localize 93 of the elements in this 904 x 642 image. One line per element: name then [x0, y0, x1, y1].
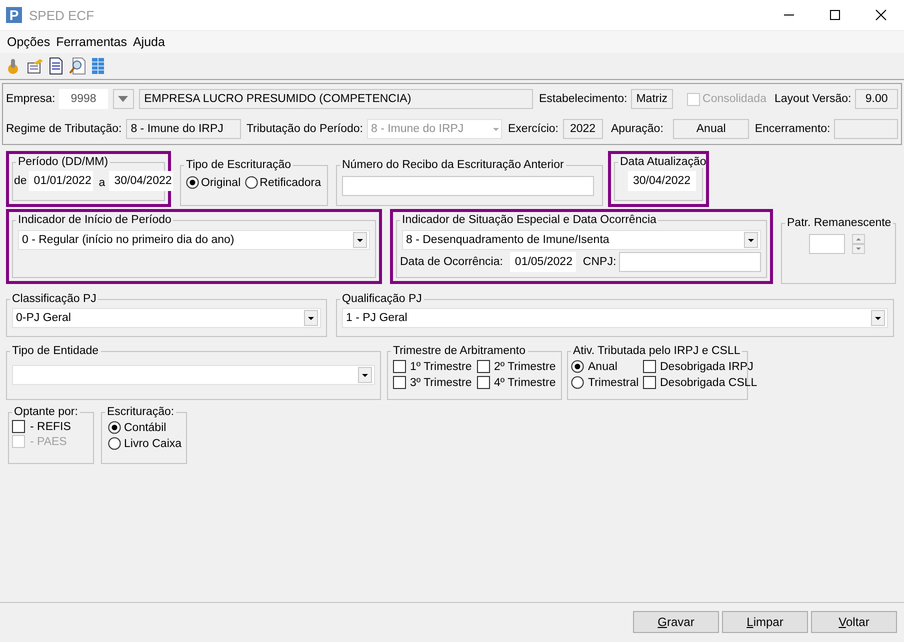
group-title: Optante por:	[13, 406, 79, 418]
field-label: Encerramento:	[754, 123, 830, 135]
group-title: Tipo de Entidade	[11, 345, 100, 357]
checkbox-label: 1º Trimestre	[410, 360, 472, 372]
radio-label: Livro Caixa	[124, 438, 182, 450]
radio-label: Retificadora	[260, 176, 322, 188]
remaining-equity-field[interactable]	[809, 234, 845, 254]
occurrence-date-field[interactable]: 01/05/2022	[510, 252, 576, 272]
field-label: de	[14, 175, 27, 187]
checkbox-label: Desobrigada IRPJ	[660, 360, 754, 372]
search-document-icon[interactable]	[68, 57, 86, 75]
checkbox[interactable]	[477, 360, 490, 373]
group-title: Indicador de Situação Especial e Data Ocorrência	[401, 214, 658, 226]
company-code-field[interactable]: 9998	[59, 89, 108, 109]
radio-button[interactable]	[571, 360, 584, 373]
checkbox-label: 2º Trimestre	[494, 360, 556, 372]
spreadsheet-icon[interactable]	[89, 57, 107, 75]
app-logo: P	[6, 7, 22, 23]
update-date-field[interactable]: 30/04/2022	[628, 171, 696, 191]
radio-label: Contábil	[124, 422, 166, 434]
radio-label: Original	[201, 176, 241, 188]
field-label: CNPJ:	[582, 256, 616, 268]
closing-field	[834, 119, 898, 139]
document-icon[interactable]	[47, 57, 65, 75]
company-name-field: EMPRESA LUCRO PRESUMIDO (COMPETENCIA)	[139, 89, 533, 109]
field-label: a	[98, 177, 106, 189]
value-field: Anual	[673, 119, 749, 139]
action-button[interactable]: Gravar	[633, 610, 719, 632]
group-title: Trimestre de Arbitramento	[392, 345, 527, 357]
checkbox[interactable]	[12, 420, 25, 433]
value-field: 9.00	[855, 89, 898, 109]
value-field: 2022	[562, 119, 603, 139]
caret-icon	[871, 310, 885, 326]
checkbox[interactable]	[643, 376, 656, 389]
value-field: 8 - Imune do IRPJ	[126, 119, 242, 139]
menu-item[interactable]: Opções	[4, 35, 54, 49]
radio-button[interactable]	[108, 437, 121, 450]
dropdown-button[interactable]	[112, 89, 134, 109]
group-title: Classificação PJ	[11, 293, 98, 305]
caret-icon	[304, 310, 318, 326]
group-title: Número do Recibo da Escrituração Anterior	[341, 159, 565, 171]
spin-buttons-icon[interactable]	[852, 234, 865, 254]
cnpj-field[interactable]	[619, 252, 761, 272]
caret-icon	[744, 232, 758, 248]
radio-button[interactable]	[571, 376, 584, 389]
menu-item[interactable]: Ferramentas	[53, 35, 130, 49]
radio-label: Trimestral	[588, 376, 639, 388]
field-label: Tributação do Período:	[246, 123, 363, 135]
field-label: Apuração:	[610, 123, 664, 135]
field-label: Regime de Tributação:	[6, 123, 122, 135]
start-date-field[interactable]: 01/01/2022	[28, 171, 93, 191]
receipt-number-field[interactable]	[342, 176, 594, 196]
caret-icon	[353, 232, 367, 248]
radio-button[interactable]	[244, 176, 258, 189]
checkbox-label: - PAES	[30, 436, 67, 448]
caret-icon	[118, 96, 128, 102]
checkbox[interactable]	[643, 360, 656, 373]
checkbox[interactable]	[393, 376, 406, 389]
action-button[interactable]: Limpar	[722, 610, 808, 632]
group-title: Escrituração:	[106, 406, 176, 418]
qualification-dropdown[interactable]: 1 - PJ Geral	[342, 308, 888, 328]
checkbox-label: Consolidada	[702, 93, 766, 105]
group-title: Tipo de Escrituração	[185, 159, 292, 171]
field-label: Layout Versão:	[774, 93, 852, 105]
group-title: Período (DD/MM)	[17, 156, 110, 168]
checkbox-label: 4º Trimestre	[494, 376, 556, 388]
group-title: Qualificação PJ	[341, 293, 423, 305]
window-title: SPED ECF	[29, 8, 96, 22]
checkbox[interactable]	[393, 360, 406, 373]
checkbox-label: - REFIS	[30, 420, 71, 432]
document-edit-icon[interactable]	[26, 57, 44, 75]
action-button[interactable]: Voltar	[811, 610, 897, 632]
group-title: Patr. Remanescente	[786, 217, 892, 229]
value-field: Matriz	[631, 89, 673, 109]
caret-icon	[358, 367, 372, 383]
group-title: Indicador de Início de Período	[17, 214, 172, 226]
field-label: Data de Ocorrência:	[400, 256, 503, 268]
checkbox[interactable]	[477, 376, 490, 389]
group-title: Data Atualização	[619, 156, 708, 168]
end-date-field[interactable]: 30/04/2022	[109, 171, 174, 191]
field-label: Empresa:	[6, 93, 56, 105]
radio-button[interactable]	[108, 421, 121, 434]
radio-button[interactable]	[186, 176, 199, 189]
period-start-dropdown[interactable]: 0 - Regular (início no primeiro dia do ano)	[18, 230, 370, 250]
radio-label: Anual	[588, 360, 618, 372]
checkbox-label: 3º Trimestre	[410, 376, 472, 388]
classification-dropdown[interactable]: 0-PJ Geral	[12, 308, 321, 328]
checkbox-label: Desobrigada CSLL	[660, 376, 758, 388]
field-label: Estabelecimento:	[539, 93, 628, 105]
special-situation-dropdown[interactable]: 8 - Desenquadramento de Imune/Isenta	[402, 230, 761, 250]
group-title: Ativ. Tributada pelo IRPJ e CSLL	[572, 345, 742, 357]
menu-item[interactable]: Ajuda	[130, 35, 168, 49]
field-label: Exercício:	[508, 123, 558, 135]
